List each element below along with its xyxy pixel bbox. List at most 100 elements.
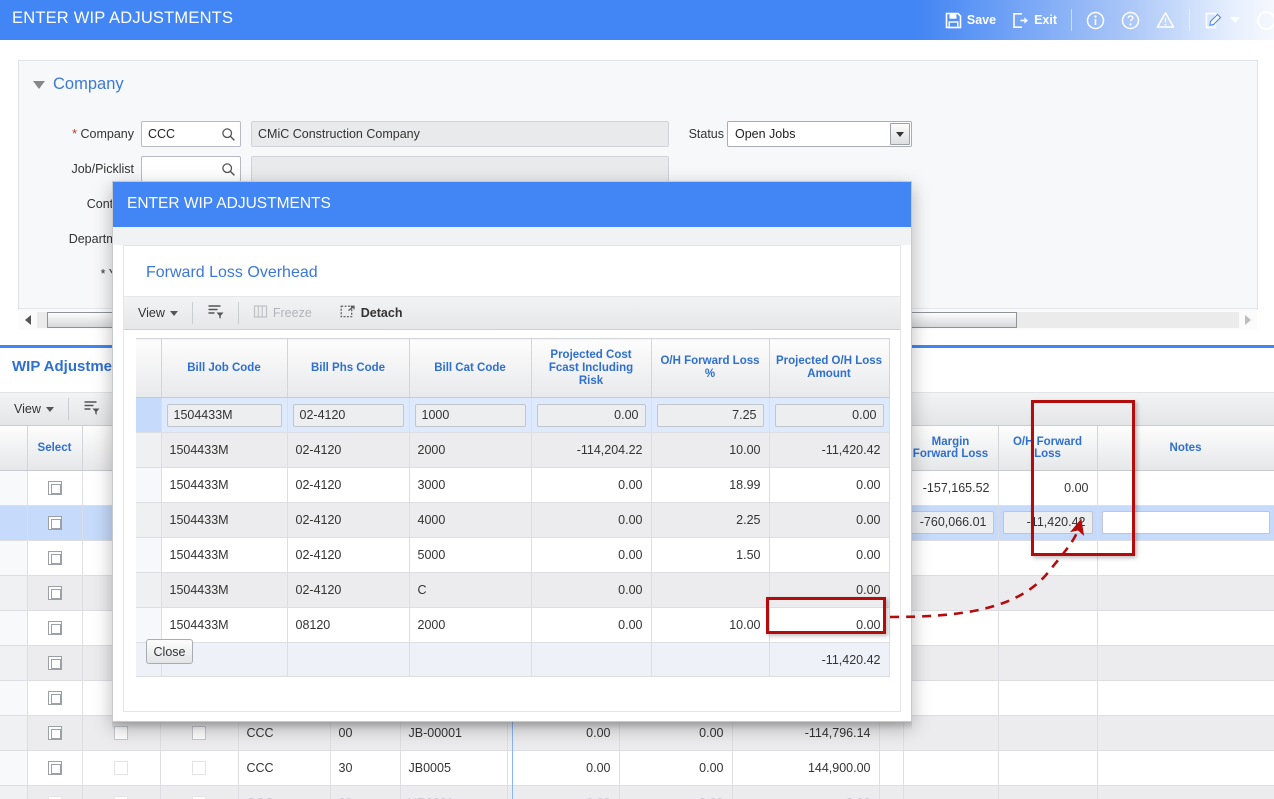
user-circle-icon[interactable]: [1257, 11, 1274, 30]
cell-bill-job-code[interactable]: 1504433M: [161, 397, 288, 433]
forward-loss-overhead-title: Forward Loss Overhead: [146, 264, 318, 281]
checkbox-select[interactable]: [47, 655, 62, 670]
job-picklist-label: Job/Picklist: [71, 162, 134, 176]
modal-view-menu[interactable]: View: [124, 297, 192, 329]
cell-c3[interactable]: [160, 750, 239, 786]
chevron-down-icon[interactable]: [1230, 17, 1240, 23]
cell-notes[interactable]: [1097, 715, 1274, 751]
table-row[interactable]: 1504433M 02-4120 3000 0.00 18.99 0.00: [136, 467, 890, 503]
cell-select[interactable]: [27, 715, 83, 751]
row-corner: [0, 610, 28, 646]
th-bill-phs-code[interactable]: Bill Phs Code: [287, 338, 410, 398]
cell-projected-cost: 0.00: [531, 572, 652, 608]
cell-projected-oh-loss-amount[interactable]: 0.00: [769, 397, 890, 433]
cell-bill-cat-code[interactable]: 1000: [409, 397, 532, 433]
search-icon[interactable]: [221, 126, 236, 141]
cell-select[interactable]: [27, 750, 83, 786]
status-dropdown-button[interactable]: [890, 123, 910, 145]
cell-c5: 00: [330, 785, 401, 799]
cell-total-blank-5: [651, 642, 770, 677]
cell-notes[interactable]: [1097, 575, 1274, 611]
scroll-right-arrow-icon[interactable]: [1239, 314, 1257, 325]
cell-s[interactable]: [82, 750, 161, 786]
th-select[interactable]: Select: [27, 426, 83, 471]
cell-select[interactable]: [27, 470, 83, 506]
checkbox-select[interactable]: [47, 515, 62, 530]
cell-notes[interactable]: [1097, 645, 1274, 681]
checkbox-select[interactable]: [47, 550, 62, 565]
cell-notes[interactable]: [1097, 610, 1274, 646]
table-row[interactable]: 1504433M 02-4120 1000 0.00 7.25 0.00: [136, 397, 890, 433]
table-row[interactable]: 1504433M 02-4120 2000 -114,204.22 10.00 …: [136, 432, 890, 468]
oh-forward-loss-pct-input[interactable]: 7.25: [656, 403, 764, 427]
job-picklist-input[interactable]: [141, 156, 241, 182]
exit-button[interactable]: Exit: [1004, 0, 1065, 40]
warning-button[interactable]: [1148, 0, 1183, 40]
projected-cost-input[interactable]: 0.00: [536, 403, 646, 427]
cell-select[interactable]: [27, 575, 83, 611]
cell-oh-forward-loss-pct[interactable]: 7.25: [651, 397, 770, 433]
company-code-input[interactable]: CCC: [141, 121, 241, 147]
modal-title: ENTER WIP ADJUSTMENTS: [127, 195, 331, 212]
cell-notes[interactable]: [1097, 680, 1274, 716]
help-button[interactable]: [1113, 0, 1148, 40]
row-corner: [0, 785, 28, 799]
collapse-triangle-icon[interactable]: [33, 80, 45, 89]
checkbox-c3[interactable]: [192, 760, 206, 775]
company-panel-header[interactable]: Company: [33, 75, 124, 94]
checkbox-select[interactable]: [47, 690, 62, 705]
th-bill-cat-code[interactable]: Bill Cat Code: [409, 338, 532, 398]
cell-oh-forward-loss-pct: 18.99: [651, 467, 770, 503]
th-oh-forward-loss-pct[interactable]: O/H Forward Loss %: [651, 338, 770, 398]
cell-select[interactable]: [27, 540, 83, 576]
cell-select[interactable]: [27, 610, 83, 646]
search-icon[interactable]: [221, 161, 236, 176]
wip-query-filter-button[interactable]: [69, 393, 114, 425]
close-button[interactable]: Close: [146, 639, 193, 664]
detach-button[interactable]: Detach: [326, 297, 417, 329]
th-margin-forward-loss[interactable]: Margin Forward Loss: [903, 426, 999, 471]
scroll-left-arrow-icon[interactable]: [19, 314, 37, 325]
checkbox-select[interactable]: [47, 760, 62, 775]
cell-select[interactable]: [27, 505, 83, 541]
th-corner: [0, 426, 28, 471]
cell-s[interactable]: [82, 785, 161, 799]
checkbox-select[interactable]: [47, 480, 62, 495]
th-bill-job-code[interactable]: Bill Job Code: [161, 338, 288, 398]
table-row[interactable]: CCC 30 JB0005 0.00 0.00 144,900.00: [0, 750, 1274, 786]
status-select[interactable]: Open Jobs: [727, 121, 912, 147]
th-projected-oh-loss-amount[interactable]: Projected O/H Loss Amount: [769, 338, 890, 398]
cell-projected-cost[interactable]: 0.00: [531, 397, 652, 433]
cell-bill-phs-code[interactable]: 02-4120: [287, 397, 410, 433]
bill-phs-code-input[interactable]: 02-4120: [292, 403, 404, 427]
cell-margin-forward-loss[interactable]: -760,066.01: [903, 505, 999, 541]
table-row[interactable]: 1504433M 02-4120 5000 0.00 1.50 0.00: [136, 537, 890, 573]
bill-cat-code-input[interactable]: 1000: [414, 403, 526, 427]
edit-note-button[interactable]: [1196, 0, 1248, 40]
cell-c8: 0.00: [619, 785, 733, 799]
table-row[interactable]: 1504433M 02-4120 4000 0.00 2.25 0.00: [136, 502, 890, 538]
checkbox-select[interactable]: [47, 620, 62, 635]
wip-view-menu[interactable]: View: [0, 393, 68, 425]
modal-query-filter-button[interactable]: [193, 297, 238, 329]
projected-oh-loss-amount-input[interactable]: 0.00: [774, 403, 884, 427]
cell-select[interactable]: [27, 680, 83, 716]
checkbox-select[interactable]: [47, 725, 62, 740]
cell-c6: YR0001: [400, 785, 508, 799]
cell-notes[interactable]: [1097, 750, 1274, 786]
th-projected-cost-fcast[interactable]: Projected Cost Fcast Including Risk: [531, 338, 652, 398]
bill-job-code-input[interactable]: 1504433M: [166, 403, 282, 427]
freeze-button[interactable]: Freeze: [239, 297, 326, 329]
cell-select[interactable]: [27, 645, 83, 681]
checkbox-s[interactable]: [114, 760, 128, 775]
save-button[interactable]: Save: [937, 0, 1004, 40]
margin-forward-loss-input[interactable]: -760,066.01: [907, 511, 994, 534]
table-row[interactable]: CCC 00 YR0001 0.00 0.00 0.00: [0, 785, 1274, 799]
cell-margin-forward-loss: [903, 540, 999, 576]
cell-select[interactable]: [27, 785, 83, 799]
modal-view-label: View: [138, 306, 165, 320]
info-button[interactable]: [1078, 0, 1113, 40]
cell-notes[interactable]: [1097, 785, 1274, 799]
cell-c3[interactable]: [160, 785, 239, 799]
checkbox-select[interactable]: [47, 585, 62, 600]
